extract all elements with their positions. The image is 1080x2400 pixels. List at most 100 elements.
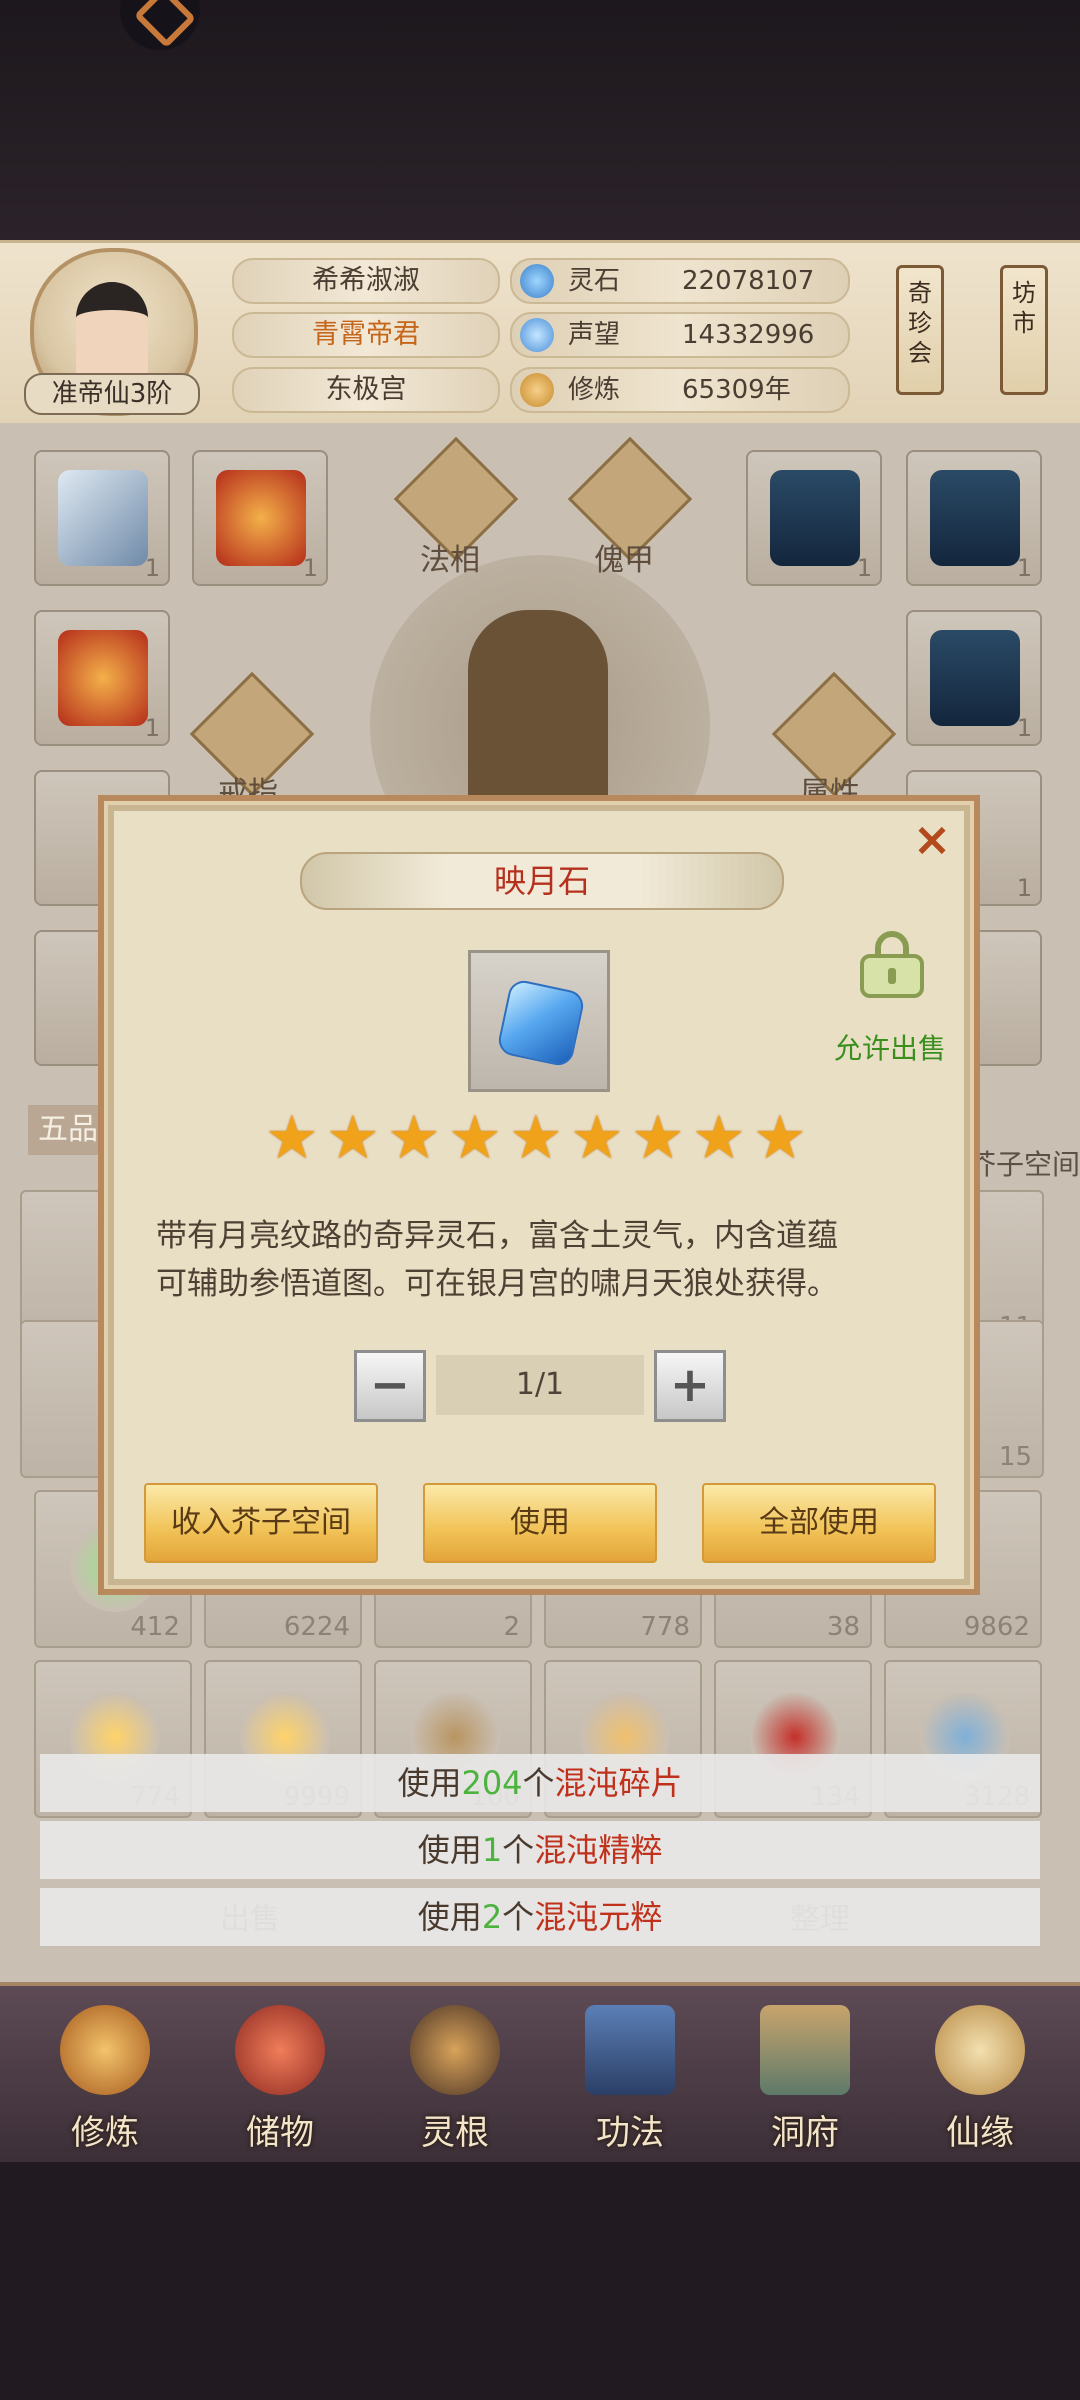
increase-button[interactable]: + <box>654 1350 726 1422</box>
usage-strip-essence[interactable]: 使用1个混沌精粹 <box>40 1821 1040 1879</box>
player-name: 希希淑淑 <box>232 258 500 304</box>
equip-slot-robe-3[interactable]: 1 <box>906 610 1042 746</box>
slot-count: 1 <box>144 714 160 742</box>
nav-label: 仙缘 <box>946 2113 1014 2153</box>
cultivate-icon <box>60 2005 150 2095</box>
usage-prefix: 使用 <box>417 1831 482 1869</box>
nav-fate[interactable]: 仙缘 <box>905 2005 1055 2153</box>
description-line: 带有月亮纹路的奇异灵石，富含土灵气，内含道蕴 <box>156 1218 838 1254</box>
star-icon: ★ <box>448 1103 502 1173</box>
slot-count: 1 <box>1016 554 1032 582</box>
nav-label: 灵根 <box>421 2113 489 2153</box>
slot-count: 1 <box>144 554 160 582</box>
usage-item: 混沌精粹 <box>534 1831 663 1869</box>
nav-label: 洞府 <box>771 2113 839 2153</box>
spirit-root-icon <box>410 2005 500 2095</box>
sword-icon <box>58 470 148 566</box>
bottom-dark-band <box>0 2162 1080 2400</box>
stat-label: 灵石 <box>568 266 621 296</box>
usage-prefix: 使用 <box>397 1764 462 1802</box>
robe-icon <box>930 630 1020 726</box>
star-icon: ★ <box>570 1103 624 1173</box>
prestige-icon <box>520 318 554 352</box>
slot-count: 9862 <box>963 1612 1030 1642</box>
description-line: 可辅助参悟道图。可在银月宫的啸月天狼处获得。 <box>156 1266 838 1302</box>
usage-count: 1 <box>481 1831 503 1869</box>
star-icon: ★ <box>631 1103 685 1173</box>
market-button[interactable]: 坊市 <box>1000 265 1048 395</box>
equip-slot-helmet[interactable]: 1 <box>34 610 170 746</box>
storage-bag-icon <box>235 2005 325 2095</box>
star-icon: ★ <box>387 1103 441 1173</box>
use-all-button[interactable]: 全部使用 <box>702 1483 936 1563</box>
nav-storage[interactable]: 储物 <box>205 2005 355 2153</box>
nav-label: 功法 <box>596 2113 664 2153</box>
slot-count: 1 <box>1016 714 1032 742</box>
equip-slot-robe-2[interactable]: 1 <box>906 450 1042 586</box>
sale-permission-label: 允许出售 <box>834 1032 947 1065</box>
nav-cultivate[interactable]: 修炼 <box>30 2005 180 2153</box>
nav-label: 修炼 <box>71 2113 139 2153</box>
armor-icon <box>58 630 148 726</box>
nav-cave[interactable]: 洞府 <box>730 2005 880 2153</box>
slot-count: 15 <box>998 1442 1032 1472</box>
slot-count: 2 <box>503 1612 520 1642</box>
slot-count: 1 <box>302 554 318 582</box>
equip-slot-robe-1[interactable]: 1 <box>746 450 882 586</box>
use-button[interactable]: 使用 <box>423 1483 657 1563</box>
stat-value: 65309年 <box>682 375 791 405</box>
star-icon: ★ <box>692 1103 746 1173</box>
usage-item: 混沌碎片 <box>554 1764 683 1802</box>
usage-prefix: 使用 <box>417 1898 482 1936</box>
unlock-icon[interactable] <box>856 930 928 1000</box>
treasure-fair-button[interactable]: 奇珍会 <box>896 265 944 395</box>
item-description: 带有月亮纹路的奇异灵石，富含土灵气，内含道蕴 可辅助参悟道图。可在银月宫的啸月天… <box>156 1212 946 1308</box>
usage-strip-origin[interactable]: 使用2个混沌元粹 <box>40 1888 1040 1946</box>
player-sect: 东极宫 <box>232 367 500 413</box>
cultivation-icon <box>520 373 554 407</box>
armor-icon <box>216 470 306 566</box>
star-icon: ★ <box>753 1103 807 1173</box>
star-icon: ★ <box>265 1103 319 1173</box>
quantity-display[interactable]: 1/1 <box>436 1355 644 1415</box>
slot-count: 412 <box>130 1612 180 1642</box>
nav-spirit-root[interactable]: 灵根 <box>380 2005 530 2153</box>
spirit-stone-icon <box>520 264 554 298</box>
faxiang-label: 法相 <box>420 543 480 578</box>
slot-count: 1 <box>1016 874 1032 902</box>
stat-spirit-stone: 灵石 22078107 <box>510 258 850 304</box>
robe-icon <box>930 470 1020 566</box>
robe-icon <box>770 470 860 566</box>
item-detail-modal <box>98 795 980 1595</box>
tab-grade-five[interactable]: 五品 <box>28 1105 108 1155</box>
rank-plaque: 准帝仙3阶 <box>24 373 200 415</box>
usage-unit: 个 <box>502 1898 535 1936</box>
stat-cultivation: 修炼 65309年 <box>510 367 850 413</box>
kuijia-label: 傀甲 <box>594 543 654 578</box>
stat-label: 修炼 <box>568 375 621 405</box>
slot-count: 6224 <box>283 1612 350 1642</box>
equip-slot-armor[interactable]: 1 <box>192 450 328 586</box>
stat-prestige: 声望 14332996 <box>510 312 850 358</box>
equip-slot-weapon[interactable]: 1 <box>34 450 170 586</box>
slot-count: 1 <box>856 554 872 582</box>
slot-count: 778 <box>640 1612 690 1642</box>
gourd-icon <box>935 2005 1025 2095</box>
usage-count: 2 <box>481 1898 503 1936</box>
storage-space-link[interactable]: 芥子空间 <box>968 1143 1080 1183</box>
slot-count: 38 <box>826 1612 860 1642</box>
star-icon: ★ <box>326 1103 380 1173</box>
decrease-button[interactable]: − <box>354 1350 426 1422</box>
nav-technique[interactable]: 功法 <box>555 2005 705 2153</box>
moon-stone-icon <box>495 977 587 1069</box>
usage-item: 混沌元粹 <box>534 1898 663 1936</box>
usage-strip-fragment[interactable]: 使用204个混沌碎片 <box>40 1754 1040 1812</box>
store-to-space-button[interactable]: 收入芥子空间 <box>144 1483 378 1563</box>
usage-unit: 个 <box>502 1831 535 1869</box>
star-icon: ★ <box>509 1103 563 1173</box>
nav-label: 储物 <box>246 2113 314 2153</box>
usage-count: 204 <box>461 1764 523 1802</box>
close-icon[interactable]: × <box>908 815 956 863</box>
technique-book-icon <box>585 2005 675 2095</box>
stat-value: 14332996 <box>682 320 815 350</box>
